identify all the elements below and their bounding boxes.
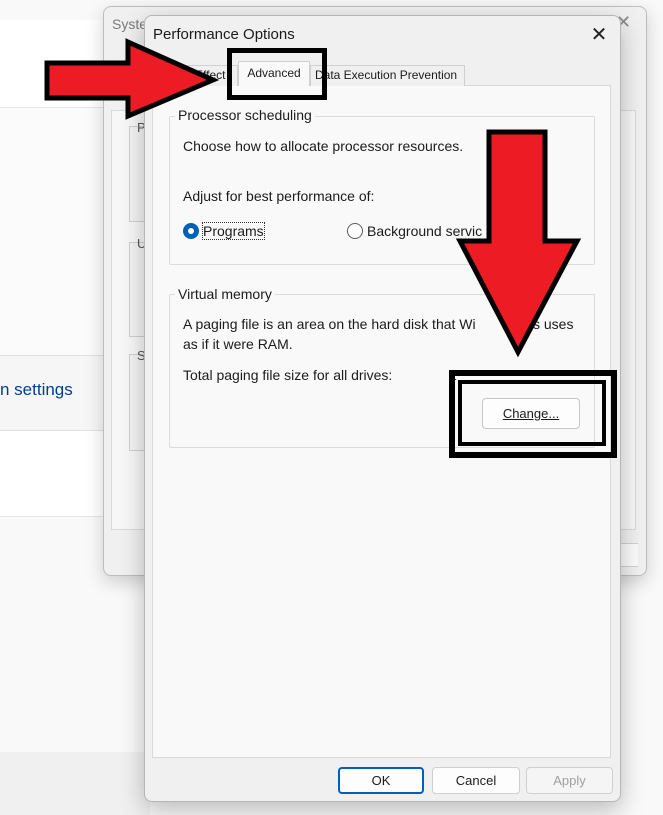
down-arrow-icon <box>455 129 582 358</box>
right-arrow-icon <box>44 38 220 120</box>
annotation-arrows <box>44 38 582 358</box>
tab-advanced[interactable]: Advanced <box>238 61 310 86</box>
